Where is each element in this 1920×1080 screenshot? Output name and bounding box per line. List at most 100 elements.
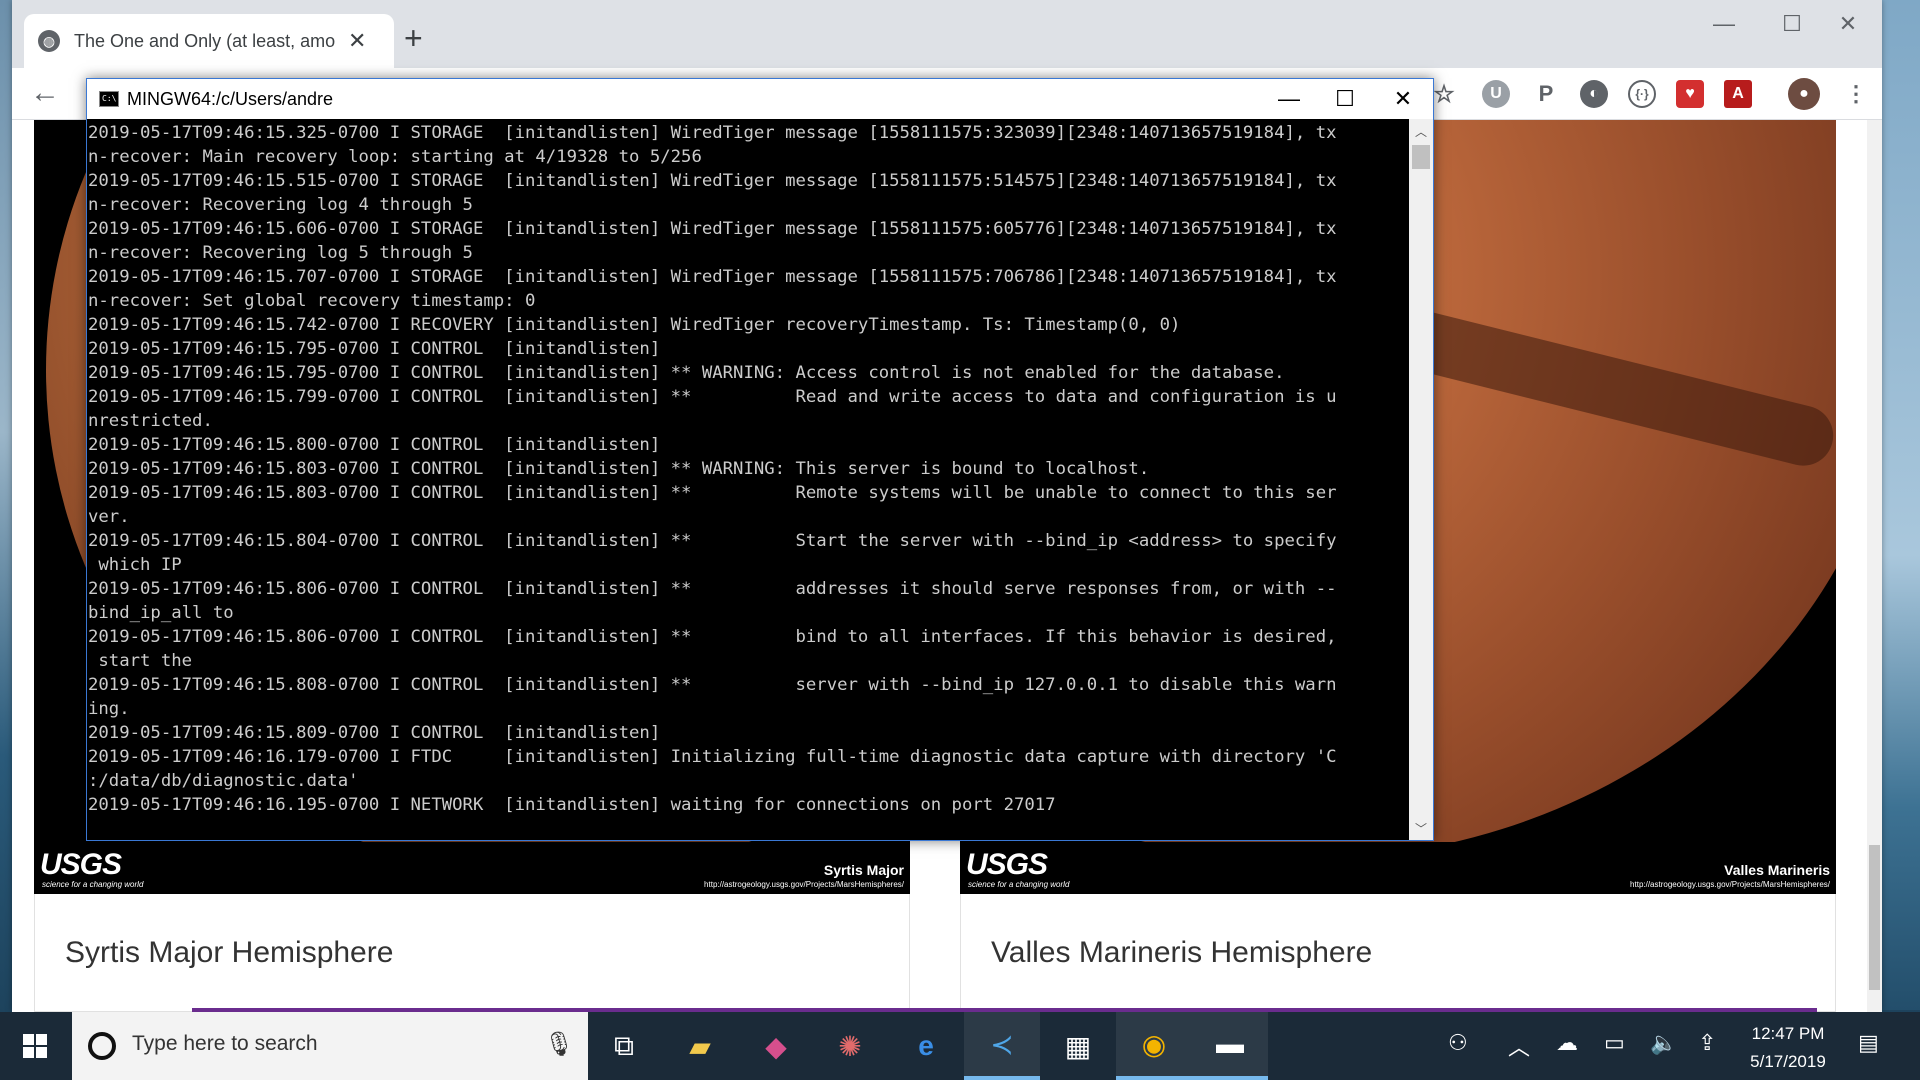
- terminal-icon[interactable]: ▬: [1192, 1012, 1268, 1080]
- terminal-line: 2019-05-17T09:46:15.809-0700 I CONTROL […: [88, 723, 661, 743]
- terminal-minimize-button[interactable]: —: [1261, 83, 1317, 115]
- terminal-line: 2019-05-17T09:46:16.179-0700 I FTDC [ini…: [88, 747, 1337, 767]
- desktop-wallpaper-edge: [1882, 0, 1920, 1010]
- terminal-line: 2019-05-17T09:46:15.804-0700 I CONTROL […: [88, 531, 1337, 551]
- terminal-line: ver.: [88, 507, 130, 527]
- terminal-line: n-recover: Recovering log 4 through 5: [88, 195, 473, 215]
- extension-circle-icon[interactable]: ◐: [1580, 80, 1608, 108]
- windows-start-icon[interactable]: [0, 1012, 70, 1080]
- browser-close-button[interactable]: ✕: [1818, 4, 1878, 44]
- terminal-line: 2019-05-17T09:46:15.806-0700 I CONTROL […: [88, 627, 1337, 647]
- tab-close-icon[interactable]: ✕: [348, 28, 366, 54]
- terminal-titlebar[interactable]: C:\ MINGW64:/c/Users/andre — ☐ ✕: [87, 79, 1433, 119]
- git-kraken-icon[interactable]: ◆: [738, 1012, 814, 1080]
- terminal-line: 2019-05-17T09:46:15.806-0700 I CONTROL […: [88, 579, 1337, 599]
- image-url: http://astrogeology.usgs.gov/Projects/Ma…: [1630, 880, 1830, 889]
- search-input[interactable]: Type here to search: [132, 1032, 318, 1056]
- terminal-app-icon: C:\: [99, 91, 119, 107]
- terminal-line: 2019-05-17T09:46:15.742-0700 I RECOVERY …: [88, 315, 1181, 335]
- usgs-logo: USGS: [40, 848, 122, 881]
- battery-icon[interactable]: ▭: [1604, 1030, 1625, 1056]
- terminal-line: 2019-05-17T09:46:15.515-0700 I STORAGE […: [88, 171, 1337, 191]
- terminal-line: :/data/db/diagnostic.data': [88, 771, 359, 791]
- menu-dots-icon[interactable]: ⋮: [1842, 80, 1870, 108]
- usgs-tagline: science for a changing world: [968, 880, 1070, 889]
- terminal-line: 2019-05-17T09:46:15.795-0700 I CONTROL […: [88, 339, 661, 359]
- microphone-icon[interactable]: 🎙: [544, 1030, 574, 1059]
- app-icon[interactable]: ✺: [812, 1012, 888, 1080]
- new-tab-button[interactable]: +: [404, 22, 423, 54]
- terminal-line: bind_ip_all to: [88, 603, 234, 623]
- terminal-output[interactable]: 2019-05-17T09:46:15.325-0700 I STORAGE […: [87, 119, 1407, 840]
- terminal-scrollbar[interactable]: ︿ ﹀: [1409, 119, 1433, 840]
- cortana-circle-icon: [88, 1032, 116, 1060]
- terminal-line: 2019-05-17T09:46:15.707-0700 I STORAGE […: [88, 267, 1337, 287]
- page-scrollbar[interactable]: [1867, 120, 1882, 1012]
- browser-maximize-button[interactable]: ☐: [1762, 4, 1822, 44]
- chrome-icon[interactable]: ◉: [1116, 1012, 1192, 1080]
- card-title[interactable]: Valles Marineris Hemisphere: [991, 936, 1835, 970]
- chevron-up-icon[interactable]: ︿: [1508, 1030, 1530, 1062]
- terminal-line: n-recover: Recovering log 5 through 5: [88, 243, 473, 263]
- extension-u-icon[interactable]: U: [1482, 80, 1510, 108]
- people-icon[interactable]: ⚇: [1448, 1030, 1468, 1056]
- back-arrow-icon[interactable]: ←: [30, 76, 60, 110]
- tab-title: The One and Only (at least, among: [74, 30, 336, 51]
- image-label: Syrtis Major: [823, 862, 904, 878]
- terminal-close-button[interactable]: ✕: [1375, 83, 1431, 115]
- extension-pocket-icon[interactable]: ♥: [1676, 80, 1704, 108]
- star-icon[interactable]: ☆: [1430, 80, 1458, 108]
- onedrive-icon[interactable]: ☁: [1556, 1030, 1578, 1056]
- edge-icon[interactable]: e: [888, 1012, 964, 1080]
- terminal-line: n-recover: Main recovery loop: starting …: [88, 147, 702, 167]
- terminal-title: MINGW64:/c/Users/andre: [127, 89, 334, 109]
- clock-date[interactable]: 5/17/2019: [1744, 1052, 1832, 1072]
- page-scrollbar-thumb[interactable]: [1869, 845, 1880, 990]
- usgs-logo: USGS: [966, 848, 1048, 881]
- globe-icon: ◍: [38, 30, 60, 52]
- extension-braces-icon[interactable]: {·}: [1628, 80, 1656, 108]
- image-label: Valles Marineris: [1724, 862, 1830, 878]
- clock-time[interactable]: 12:47 PM: [1744, 1024, 1832, 1044]
- terminal-line: nrestricted.: [88, 411, 213, 431]
- terminal-line: 2019-05-17T09:46:15.325-0700 I STORAGE […: [88, 123, 1337, 143]
- notifications-icon[interactable]: ▤: [1858, 1030, 1879, 1056]
- taskbar-search-box[interactable]: Type here to search 🎙: [72, 1012, 588, 1080]
- upload-icon[interactable]: ⇪: [1698, 1030, 1716, 1056]
- terminal-line: 2019-05-17T09:46:15.606-0700 I STORAGE […: [88, 219, 1337, 239]
- terminal-scrollbar-thumb[interactable]: [1412, 145, 1430, 169]
- profile-avatar-icon[interactable]: ●: [1788, 78, 1820, 110]
- card-title[interactable]: Syrtis Major Hemisphere: [65, 936, 909, 970]
- vscode-icon[interactable]: ≺: [964, 1012, 1040, 1080]
- terminal-line: ing.: [88, 699, 130, 719]
- terminal-line: which IP: [88, 555, 182, 575]
- store-icon[interactable]: ▦: [1040, 1012, 1116, 1080]
- terminal-maximize-button[interactable]: ☐: [1317, 83, 1373, 115]
- file-explorer-icon[interactable]: ▰: [662, 1012, 738, 1080]
- image-caption-band: USGS science for a changing world Syrtis…: [34, 842, 910, 894]
- terminal-line: 2019-05-17T09:46:15.800-0700 I CONTROL […: [88, 435, 661, 455]
- scroll-up-arrow-icon[interactable]: ︿: [1409, 119, 1433, 143]
- extension-pdf-icon[interactable]: A: [1724, 80, 1752, 108]
- terminal-line: start the: [88, 651, 193, 671]
- terminal-line: 2019-05-17T09:46:15.808-0700 I CONTROL […: [88, 675, 1337, 695]
- task-view-icon[interactable]: ⧉: [586, 1012, 662, 1080]
- tab-strip: ◍ The One and Only (at least, among ✕ + …: [12, 0, 1882, 68]
- terminal-line: 2019-05-17T09:46:15.795-0700 I CONTROL […: [88, 363, 1285, 383]
- terminal-window: C:\ MINGW64:/c/Users/andre — ☐ ✕ 2019-05…: [86, 78, 1434, 841]
- browser-minimize-button[interactable]: —: [1694, 4, 1754, 44]
- card-caption: Syrtis Major Hemisphere: [34, 894, 910, 1012]
- card-caption: Valles Marineris Hemisphere: [960, 894, 1836, 1012]
- image-url: http://astrogeology.usgs.gov/Projects/Ma…: [704, 880, 904, 889]
- scroll-down-arrow-icon[interactable]: ﹀: [1409, 816, 1433, 840]
- terminal-line: 2019-05-17T09:46:15.799-0700 I CONTROL […: [88, 387, 1337, 407]
- image-caption-band: USGS science for a changing world Valles…: [960, 842, 1836, 894]
- terminal-line: 2019-05-17T09:46:15.803-0700 I CONTROL […: [88, 483, 1337, 503]
- usgs-tagline: science for a changing world: [42, 880, 144, 889]
- terminal-line: 2019-05-17T09:46:16.195-0700 I NETWORK […: [88, 795, 1056, 815]
- browser-tab[interactable]: ◍ The One and Only (at least, among ✕: [24, 14, 394, 68]
- volume-icon[interactable]: 🔈: [1650, 1030, 1677, 1056]
- extension-p-icon[interactable]: P: [1532, 80, 1560, 108]
- terminal-line: n-recover: Set global recovery timestamp…: [88, 291, 536, 311]
- terminal-line: 2019-05-17T09:46:15.803-0700 I CONTROL […: [88, 459, 1150, 479]
